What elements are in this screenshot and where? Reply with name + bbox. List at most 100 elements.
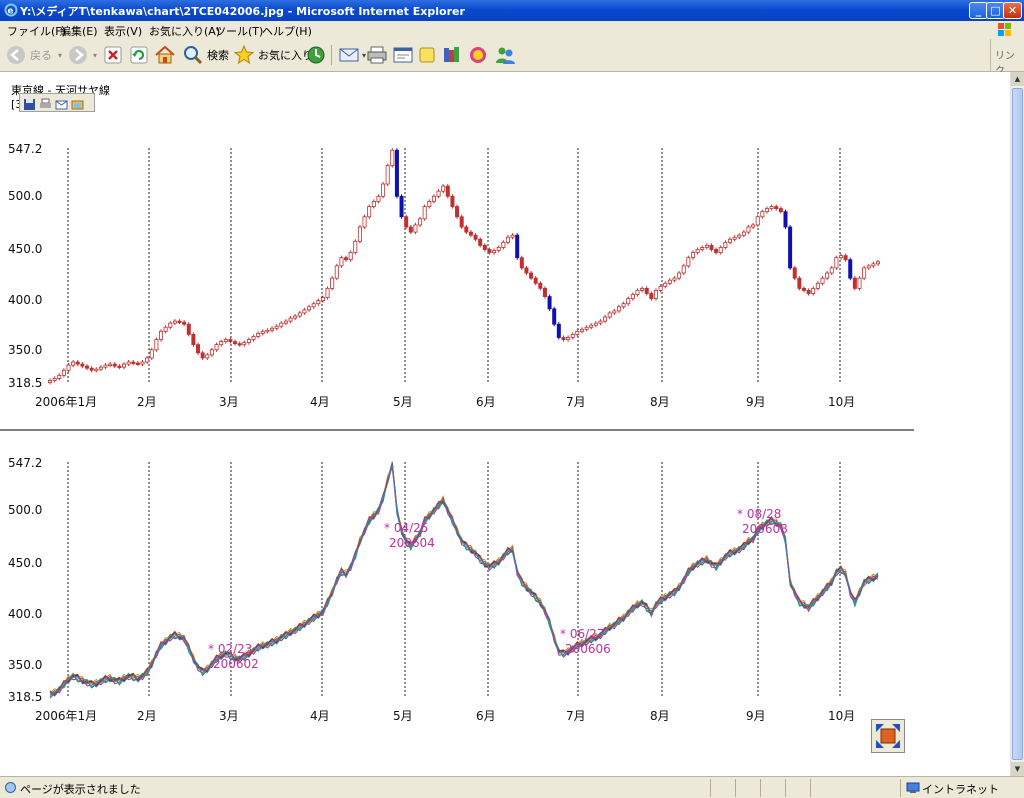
candle-body bbox=[635, 290, 640, 295]
line-chart: 547.2 500.0 450.0 400.0 350.0 318.5 2006年1月 2月 3… bbox=[8, 456, 879, 723]
search-button[interactable]: 検索 bbox=[182, 43, 229, 67]
candle-body bbox=[279, 322, 284, 327]
candle-body bbox=[334, 265, 339, 279]
series-line bbox=[49, 462, 879, 699]
x-tick-label: 4月 bbox=[310, 395, 330, 409]
candle-body bbox=[404, 216, 409, 228]
menu-favorites[interactable]: お気に入り(A) bbox=[149, 23, 220, 39]
contacts-button[interactable] bbox=[494, 43, 516, 67]
candle-body bbox=[644, 287, 649, 294]
y-tick-label: 500.0 bbox=[8, 503, 42, 517]
candle-body bbox=[186, 323, 191, 335]
close-button[interactable]: ✕ bbox=[1003, 2, 1022, 19]
scrollbar-thumb[interactable] bbox=[1012, 88, 1023, 760]
candle-body bbox=[663, 282, 668, 287]
windows-logo-icon bbox=[998, 23, 1011, 36]
candle-body bbox=[159, 330, 164, 340]
menu-help[interactable]: ヘルプ(H) bbox=[262, 23, 312, 39]
candle-body bbox=[547, 296, 552, 310]
menu-edit[interactable]: 編集(E) bbox=[60, 23, 98, 39]
candle-body bbox=[177, 320, 182, 324]
star-icon bbox=[233, 44, 255, 65]
candle-body bbox=[344, 257, 349, 261]
vertical-scrollbar[interactable]: ▲ ▼ bbox=[1010, 72, 1024, 776]
window-title-bar[interactable]: e Y:\メディアT\tenkawa\chart\2TCE042006.jpg … bbox=[0, 0, 1024, 21]
candle-body bbox=[570, 334, 575, 338]
menu-file[interactable]: ファイル(F) bbox=[7, 23, 66, 39]
print-button[interactable] bbox=[366, 43, 388, 67]
candle-body bbox=[686, 257, 691, 267]
scroll-up-icon[interactable]: ▲ bbox=[1011, 72, 1024, 86]
messenger-button[interactable] bbox=[467, 43, 489, 67]
candle-body bbox=[829, 267, 834, 274]
refresh-button[interactable] bbox=[129, 43, 149, 67]
candle-body bbox=[737, 234, 742, 238]
edit-button[interactable] bbox=[392, 43, 414, 67]
candle-body bbox=[487, 249, 492, 253]
x-tick-label: 2月 bbox=[137, 709, 157, 723]
candle-body bbox=[566, 337, 571, 340]
candle-body bbox=[320, 297, 325, 302]
back-button[interactable]: 戻る ▾ bbox=[5, 43, 62, 67]
x-tick-label: 10月 bbox=[828, 395, 855, 409]
candle-body bbox=[367, 206, 372, 218]
annotation-date: * 02/23 bbox=[208, 642, 252, 656]
candle-body bbox=[524, 267, 529, 274]
candle-body bbox=[746, 226, 751, 233]
y-tick-label: 547.2 bbox=[8, 142, 42, 156]
links-button[interactable]: リンク bbox=[990, 39, 1024, 77]
candle-body bbox=[339, 257, 344, 267]
candle-body bbox=[57, 374, 62, 379]
candle-body bbox=[801, 287, 806, 291]
candle-body bbox=[876, 261, 881, 265]
candle-body bbox=[422, 206, 427, 220]
candle-body bbox=[223, 339, 228, 342]
x-tick-label: 4月 bbox=[310, 709, 330, 723]
x-tick-label: 9月 bbox=[746, 395, 766, 409]
candle-body bbox=[852, 277, 857, 289]
candle-body bbox=[385, 165, 390, 185]
scroll-down-icon[interactable]: ▼ bbox=[1011, 762, 1024, 776]
x-tick-label: 6月 bbox=[476, 709, 496, 723]
forward-button[interactable]: ▾ bbox=[67, 43, 97, 67]
candle-body bbox=[251, 336, 256, 340]
series-line bbox=[49, 465, 879, 697]
candle-body bbox=[640, 287, 645, 291]
candle-body bbox=[98, 366, 103, 370]
candle-body bbox=[108, 363, 113, 366]
candle-body bbox=[598, 320, 603, 324]
candle-body bbox=[441, 185, 446, 192]
expand-image-button[interactable] bbox=[871, 719, 905, 753]
x-tick-label: 3月 bbox=[219, 395, 239, 409]
annotation-date: * 08/28 bbox=[737, 507, 781, 521]
candle-body bbox=[61, 369, 66, 376]
search-label: 検索 bbox=[207, 49, 229, 62]
discuss-button[interactable] bbox=[417, 43, 437, 67]
candle-body bbox=[732, 236, 737, 240]
candle-body bbox=[866, 265, 871, 269]
menu-view[interactable]: 表示(V) bbox=[104, 23, 142, 39]
candle-body bbox=[603, 316, 608, 322]
mail-button[interactable]: ▾ bbox=[338, 43, 366, 67]
window-title: Y:\メディアT\tenkawa\chart\2TCE042006.jpg - … bbox=[20, 5, 465, 18]
research-button[interactable] bbox=[441, 43, 463, 67]
candle-body bbox=[293, 315, 298, 319]
candle-body bbox=[427, 201, 432, 207]
y-tick-label: 318.5 bbox=[8, 376, 42, 390]
stop-button[interactable] bbox=[103, 43, 123, 67]
y-tick-label: 547.2 bbox=[8, 456, 42, 470]
favorites-button[interactable]: お気に入り bbox=[233, 43, 313, 67]
edit-icon bbox=[393, 47, 413, 63]
candle-body bbox=[94, 368, 99, 372]
forward-arrow-icon bbox=[69, 46, 87, 64]
candle-body bbox=[103, 364, 108, 368]
home-button[interactable] bbox=[154, 43, 176, 67]
candle-body bbox=[741, 231, 746, 236]
candle-body bbox=[533, 277, 538, 284]
internet-explorer-icon: e bbox=[4, 3, 18, 17]
candle-body bbox=[75, 361, 80, 365]
menu-tools[interactable]: ツール(T) bbox=[215, 23, 263, 39]
history-button[interactable] bbox=[305, 43, 327, 67]
candle-body bbox=[718, 247, 723, 253]
candle-body bbox=[325, 287, 330, 298]
